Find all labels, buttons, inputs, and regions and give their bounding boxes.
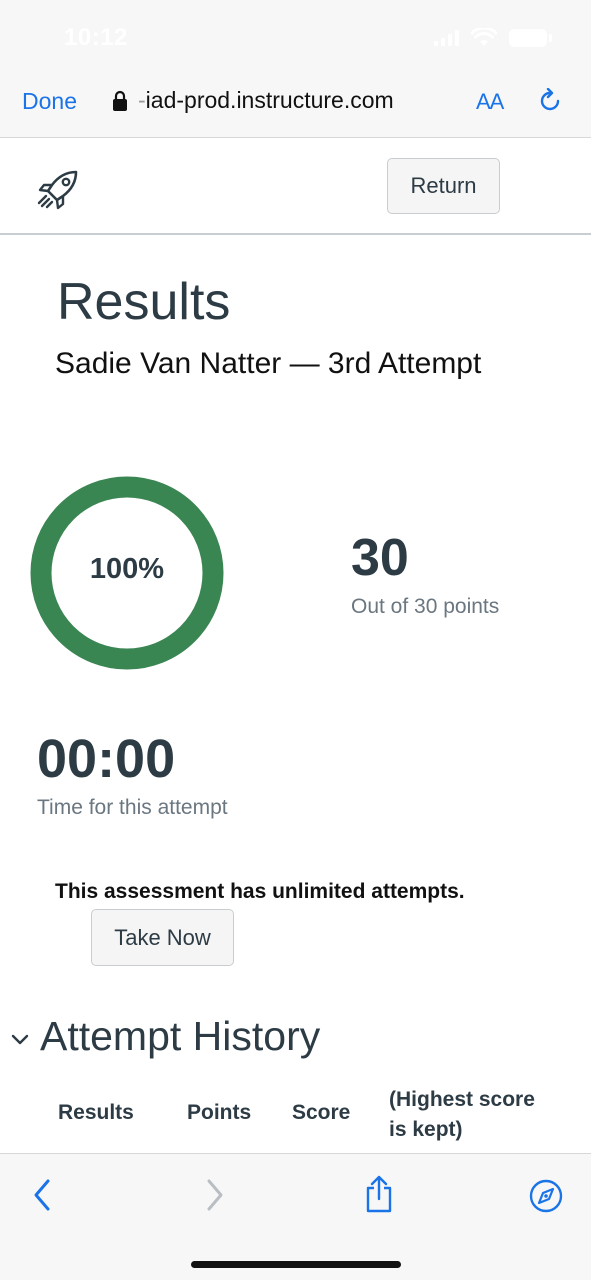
points-value: 30	[351, 529, 409, 587]
column-header-results: Results	[58, 1101, 134, 1124]
share-icon[interactable]	[364, 1174, 394, 1214]
column-header-points: Points	[187, 1101, 252, 1124]
attempt-time-caption: Time for this attempt	[37, 796, 228, 819]
back-icon[interactable]	[32, 1178, 54, 1212]
attempts-notice: This assessment has unlimited attempts.	[55, 880, 465, 903]
column-header-highest-note: (Highest score is kept)	[389, 1088, 535, 1141]
status-icons	[434, 28, 552, 48]
battery-icon	[509, 29, 552, 47]
status-time: 10:12	[64, 24, 128, 51]
lock-icon	[113, 90, 127, 111]
return-button[interactable]: Return	[387, 158, 500, 214]
url-text[interactable]: -iad-prod.instructure.com	[138, 87, 394, 114]
points-caption: Out of 30 points	[351, 595, 500, 618]
compass-icon[interactable]	[528, 1178, 564, 1214]
done-button[interactable]: Done	[22, 88, 77, 115]
app-header: Return	[0, 139, 591, 235]
attempt-history-heading: Attempt History	[40, 1013, 321, 1059]
rocket-icon	[37, 170, 78, 210]
chevron-down-icon	[11, 1034, 29, 1044]
status-bar: 10:12	[0, 0, 591, 72]
reload-icon[interactable]	[537, 88, 563, 114]
url-host: iad-prod.instructure.com	[145, 87, 394, 113]
signal-icon	[434, 30, 459, 46]
attempt-history-toggle[interactable]: Attempt History	[10, 1013, 320, 1060]
home-indicator	[191, 1261, 401, 1268]
column-header-score: Score	[292, 1101, 351, 1124]
attempt-subtitle: Sadie Van Natter — 3rd Attempt	[55, 347, 482, 380]
take-now-button[interactable]: Take Now	[91, 909, 234, 966]
url-prefix: -	[138, 87, 146, 113]
wifi-icon	[471, 28, 497, 46]
forward-icon[interactable]	[203, 1178, 225, 1212]
browser-url-bar: Done -iad-prod.instructure.com AA	[0, 72, 591, 138]
page-title: Results	[57, 273, 231, 331]
score-percent: 100%	[89, 553, 165, 585]
text-size-label: AA	[476, 89, 504, 114]
attempt-time: 00:00	[37, 729, 176, 789]
text-size-button[interactable]: AA	[476, 89, 504, 115]
